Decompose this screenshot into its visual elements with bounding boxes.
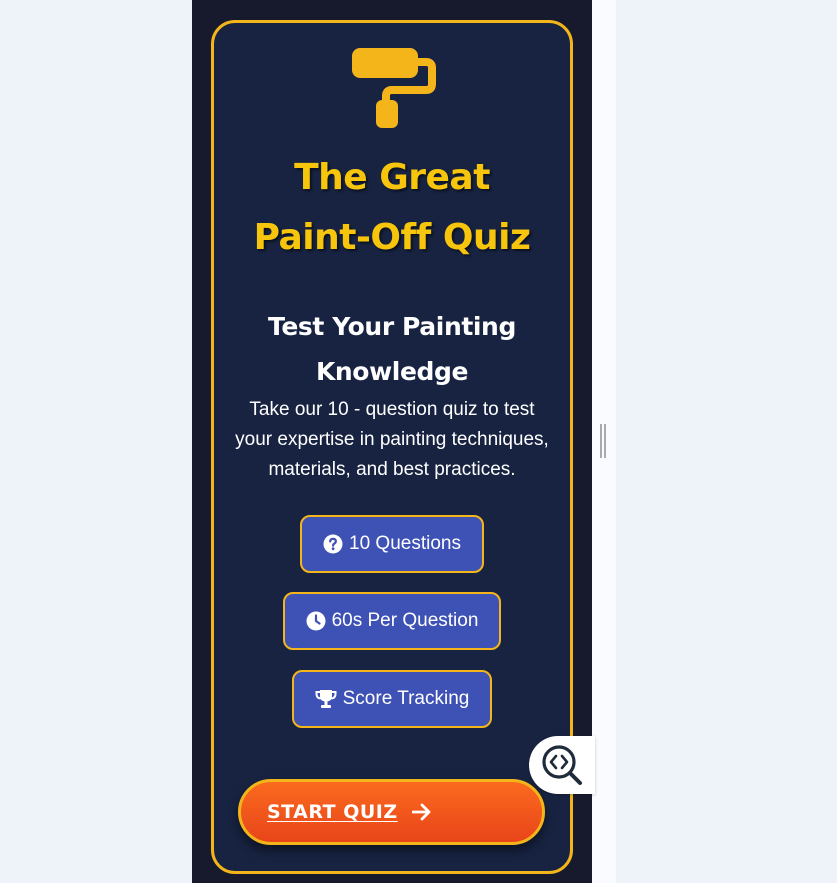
trophy-icon (315, 690, 337, 708)
feature-badge-scoring[interactable]: Score Tracking (292, 670, 492, 728)
quiz-description: Take our 10 - question quiz to test your… (235, 399, 549, 480)
feature-label: 60s Per Question (331, 610, 479, 631)
question-circle-icon (323, 534, 343, 554)
resize-handle[interactable] (600, 424, 606, 458)
paint-roller-icon (352, 48, 436, 128)
code-search-icon (542, 745, 582, 785)
clock-icon (306, 611, 326, 631)
start-quiz-label: START QUIZ (267, 801, 398, 823)
page-title-line-2: Paint-Off Quiz (253, 217, 531, 258)
subtitle-line-2: Knowledge (315, 357, 469, 386)
feature-badge-questions[interactable]: 10 Questions (300, 515, 484, 573)
page-title-line-1: The Great (294, 157, 490, 198)
inspector-button[interactable] (529, 736, 595, 794)
arrow-right-icon (411, 803, 431, 821)
feature-label: Score Tracking (342, 688, 470, 709)
feature-label: 10 Questions (349, 533, 461, 554)
subtitle-line-1: Test Your Painting (268, 312, 516, 341)
start-quiz-button[interactable]: START QUIZ (238, 779, 545, 845)
feature-badge-timer[interactable]: 60s Per Question (283, 592, 501, 650)
